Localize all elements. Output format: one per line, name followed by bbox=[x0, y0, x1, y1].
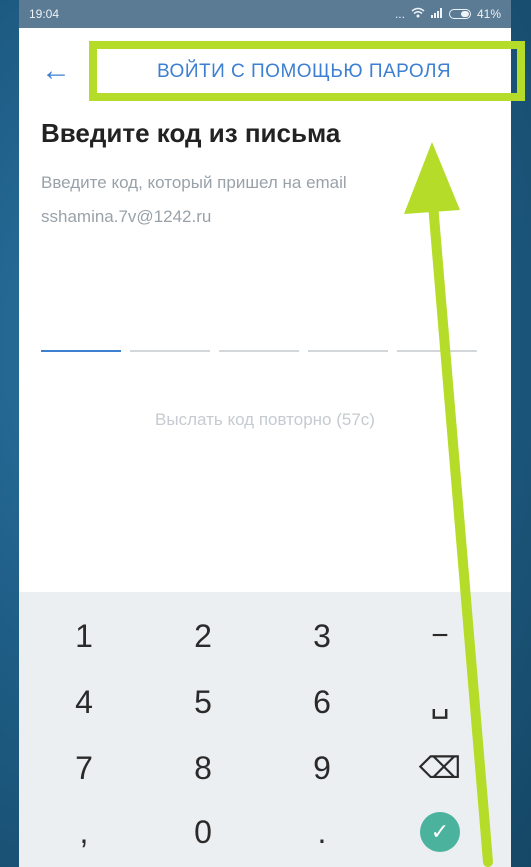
wifi-icon bbox=[411, 7, 425, 21]
key-period[interactable]: . bbox=[272, 802, 372, 862]
numeric-keyboard: 1 2 3 − 4 5 6 ␣ 7 8 9 ⌫ , 0 . ✓ bbox=[19, 592, 511, 867]
resend-code-timer: Выслать код повторно (57с) bbox=[155, 410, 375, 429]
battery-percent: 41% bbox=[476, 7, 501, 21]
done-button[interactable]: ✓ bbox=[420, 812, 460, 852]
key-7[interactable]: 7 bbox=[34, 738, 134, 798]
key-8[interactable]: 8 bbox=[153, 738, 253, 798]
battery-icon bbox=[448, 9, 471, 19]
backspace-icon[interactable]: ⌫ bbox=[390, 738, 490, 798]
phone-screen: 19:04 ... 41% ← ВОЙТИ С ПОМОЩЬЮ ПАРОЛЯ В… bbox=[19, 0, 511, 867]
status-bar: 19:04 ... 41% bbox=[19, 0, 511, 28]
key-0[interactable]: 0 bbox=[153, 802, 253, 862]
login-with-password-button[interactable]: ВОЙТИ С ПОМОЩЬЮ ПАРОЛЯ bbox=[157, 61, 451, 83]
key-1[interactable]: 1 bbox=[34, 606, 134, 666]
key-5[interactable]: 5 bbox=[153, 672, 253, 732]
key-2[interactable]: 2 bbox=[153, 606, 253, 666]
page-title: Введите код из письма bbox=[41, 118, 341, 148]
cell-signal-icon bbox=[430, 7, 443, 21]
back-arrow-icon[interactable]: ← bbox=[41, 56, 71, 86]
code-digit-4[interactable] bbox=[308, 350, 388, 352]
checkmark-icon: ✓ bbox=[430, 819, 450, 844]
email-address: sshamina.7v@1242.ru bbox=[41, 207, 212, 226]
instruction-text: Введите код, который пришел на email ssh… bbox=[41, 166, 347, 234]
key-4[interactable]: 4 bbox=[34, 672, 134, 732]
key-6[interactable]: 6 bbox=[272, 672, 372, 732]
instruction-line: Введите код, который пришел на email bbox=[41, 173, 347, 192]
signal-dots: ... bbox=[394, 7, 405, 21]
key-comma[interactable]: , bbox=[34, 802, 134, 862]
key-minus[interactable]: − bbox=[390, 606, 490, 666]
status-time: 19:04 bbox=[29, 7, 60, 21]
key-3[interactable]: 3 bbox=[272, 606, 372, 666]
code-digit-3[interactable] bbox=[219, 350, 299, 352]
code-digit-1[interactable] bbox=[41, 350, 121, 352]
top-bar: ← ВОЙТИ С ПОМОЩЬЮ ПАРОЛЯ bbox=[19, 28, 511, 118]
code-digit-5[interactable] bbox=[397, 350, 477, 352]
code-input[interactable] bbox=[41, 350, 477, 352]
space-key-icon[interactable]: ␣ bbox=[390, 672, 490, 732]
key-9[interactable]: 9 bbox=[272, 738, 372, 798]
code-digit-2[interactable] bbox=[130, 350, 210, 352]
status-icons: ... 41% bbox=[395, 7, 501, 21]
